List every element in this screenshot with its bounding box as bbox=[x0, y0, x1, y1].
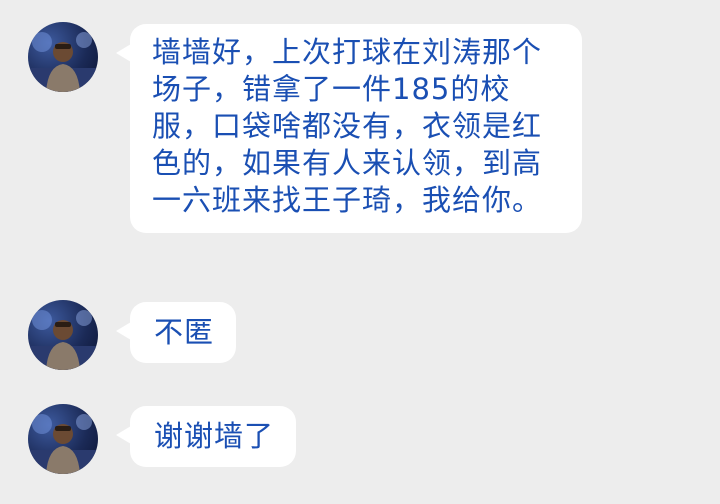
message-text: 墙墙好，上次打球在刘涛那个场子，错拿了一件185的校服，口袋啥都没有，衣领是红色… bbox=[152, 35, 543, 217]
message-bubble: 谢谢墙了 bbox=[115, 406, 297, 467]
message-bubble: 墙墙好，上次打球在刘涛那个场子，错拿了一件185的校服，口袋啥都没有，衣领是红色… bbox=[116, 24, 582, 233]
message-text: 不匿 bbox=[154, 315, 215, 349]
avatar[interactable] bbox=[28, 22, 98, 92]
chat-area: 墙墙好，上次打球在刘涛那个场子，错拿了一件185的校服，口袋啥都没有，衣领是红色… bbox=[0, 0, 720, 504]
message-bubble: 不匿 bbox=[115, 302, 237, 363]
avatar[interactable] bbox=[28, 300, 98, 370]
message-text: 谢谢墙了 bbox=[154, 419, 275, 453]
avatar[interactable] bbox=[28, 404, 98, 474]
